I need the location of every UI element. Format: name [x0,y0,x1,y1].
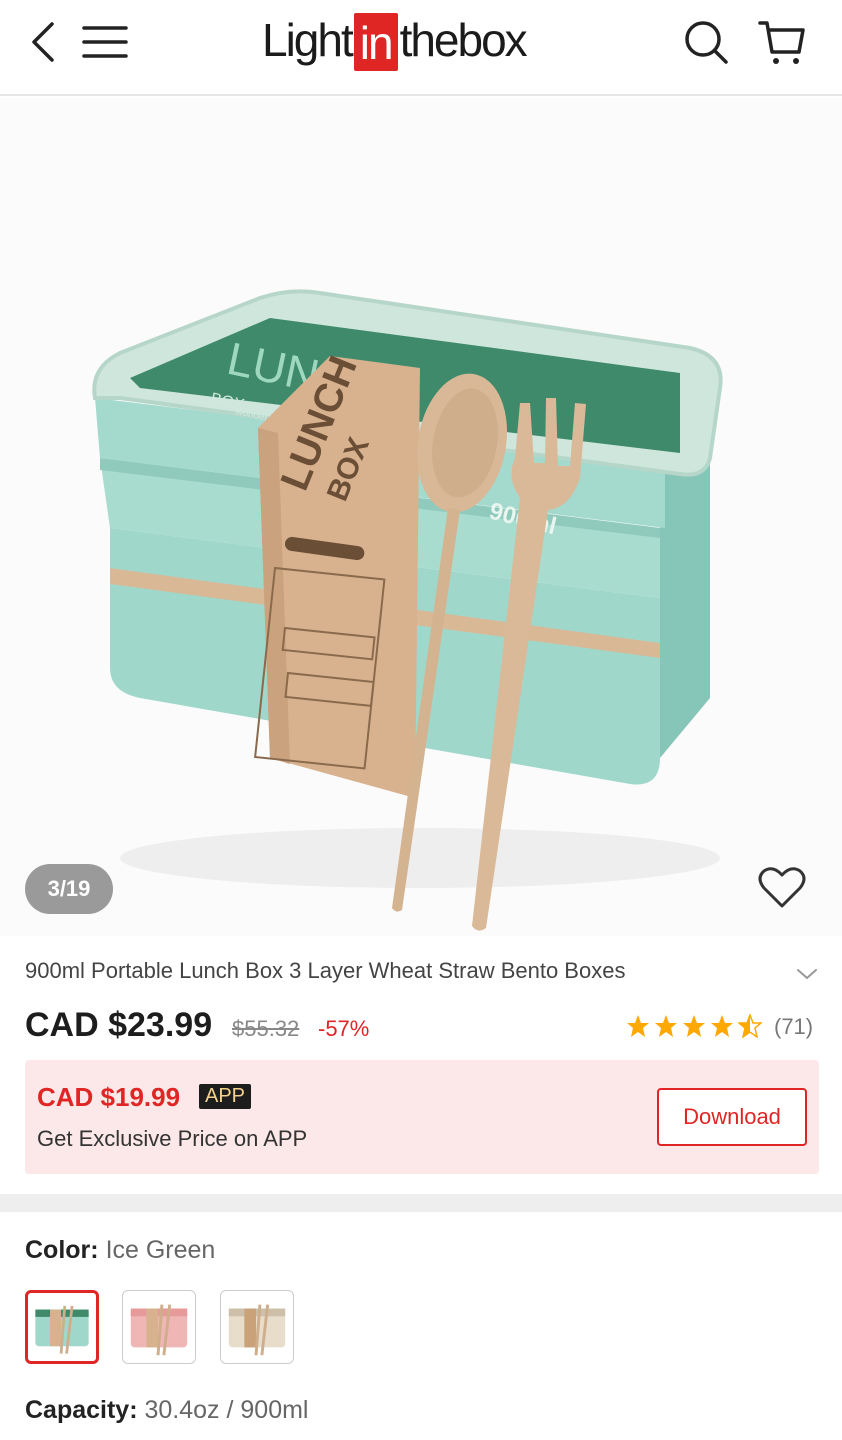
logo-text-left: Light [262,14,354,66]
image-counter-badge: 3/19 [25,864,113,914]
capacity-value: 30.4oz / 900ml [144,1396,309,1424]
capacity-option-label: Capacity: 30.4oz / 900ml [25,1396,309,1425]
color-option-label: Color: Ice Green [25,1236,215,1265]
color-swatch-green[interactable] [25,1290,99,1364]
color-swatch-pink[interactable] [122,1290,196,1364]
star-half-icon [738,1014,762,1038]
search-icon [685,21,728,64]
product-image: LUNCH BOX wonderful life 900ml LUNCH BOX [92,289,723,931]
app-price-text: Get Exclusive Price on APP [37,1126,308,1151]
wishlist-button[interactable] [752,860,812,916]
app-badge: APP [199,1084,252,1109]
download-app-button[interactable]: Download [657,1088,807,1146]
hamburger-menu-icon [82,26,128,58]
star-full-icon [711,1015,733,1037]
chevron-left-icon [32,22,54,62]
rating-stars[interactable] [626,1014,762,1038]
star-full-icon [655,1015,677,1037]
product-title: 900ml Portable Lunch Box 3 Layer Wheat S… [25,958,626,983]
discount-label: -57% [318,1016,370,1041]
color-value: Ice Green [105,1236,216,1264]
menu-button[interactable] [76,14,132,70]
review-count[interactable]: (71) [774,1014,813,1040]
capacity-label: Capacity: [25,1396,138,1424]
original-price: $55.32 [232,1016,300,1041]
section-divider [0,1194,842,1212]
current-price: CAD $23.99 [25,1006,213,1044]
lunchbox-thumbnail [130,1304,188,1356]
logo-text-right: thebox [399,14,528,66]
color-label: Color: [25,1236,99,1264]
star-full-icon [683,1015,705,1037]
cart-icon [758,21,805,64]
search-button[interactable] [678,14,734,70]
top-nav-bar: Light in thebox [0,0,842,96]
lunchbox-thumbnail [228,1304,286,1356]
product-image-gallery[interactable]: LUNCH BOX wonderful life 900ml LUNCH BOX [0,98,842,936]
cart-button[interactable] [754,14,810,70]
logo-text-mid: in [353,13,398,71]
chevron-down-icon[interactable] [792,962,822,986]
star-full-icon [627,1015,649,1037]
back-button[interactable] [16,14,72,70]
heart-icon [758,867,806,908]
app-price: CAD $19.99 [37,1082,181,1112]
site-logo[interactable]: Light in thebox [262,10,528,71]
color-swatch-beige[interactable] [220,1290,294,1364]
app-price-banner: CAD $19.99 APP Get Exclusive Price on AP… [25,1060,819,1174]
lunchbox-thumbnail [35,1305,89,1354]
